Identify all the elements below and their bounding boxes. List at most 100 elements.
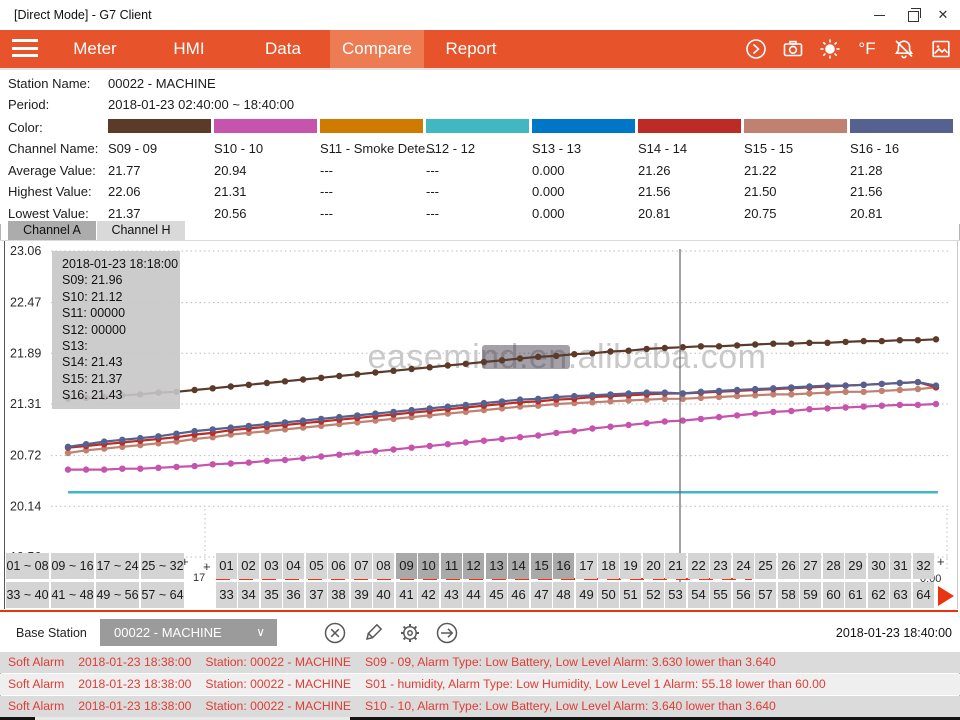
base-station-dropdown[interactable]: 00022 - MACHINE ∨ bbox=[100, 619, 277, 646]
minimize-button[interactable] bbox=[862, 0, 896, 30]
channel-box-27[interactable]: 27 bbox=[800, 553, 821, 579]
channel-box-07[interactable]: 07 bbox=[351, 553, 372, 579]
channel-box-64[interactable]: 64 bbox=[913, 582, 934, 608]
channel-box-31[interactable]: 31 bbox=[890, 553, 911, 579]
trend-chart[interactable]: 23.0622.4721.8921.3120.7220.1419.56easem… bbox=[0, 240, 960, 613]
channel-group-41-48[interactable]: 41 ~ 48 bbox=[51, 582, 94, 608]
channel-group-09-16[interactable]: 09 ~ 16 bbox=[51, 553, 94, 579]
channel-box-59[interactable]: 59 bbox=[800, 582, 821, 608]
channel-box-33[interactable]: 33 bbox=[216, 582, 237, 608]
alarm-row[interactable]: Soft Alarm2018-01-23 18:38:00Station: 00… bbox=[0, 696, 960, 717]
alarm-row[interactable]: Soft Alarm2018-01-23 18:38:00Station: 00… bbox=[0, 652, 960, 673]
next-page-arrow-icon[interactable] bbox=[938, 586, 954, 606]
hamburger-menu-icon[interactable] bbox=[12, 39, 40, 59]
channel-box-35[interactable]: 35 bbox=[261, 582, 282, 608]
channel-box-15[interactable]: 15 bbox=[531, 553, 552, 579]
channel-box-19[interactable]: 19 bbox=[620, 553, 641, 579]
close-button[interactable]: ✕ bbox=[926, 0, 960, 30]
channel-box-28[interactable]: 28 bbox=[823, 553, 844, 579]
channel-group-33-40[interactable]: 33 ~ 40 bbox=[6, 582, 49, 608]
channel-box-02[interactable]: 02 bbox=[238, 553, 259, 579]
channel-box-43[interactable]: 43 bbox=[441, 582, 462, 608]
alarm-mute-icon[interactable] bbox=[891, 36, 917, 62]
channel-box-25[interactable]: 25 bbox=[755, 553, 776, 579]
channel-box-62[interactable]: 62 bbox=[868, 582, 889, 608]
channel-box-36[interactable]: 36 bbox=[283, 582, 304, 608]
channel-box-03[interactable]: 03 bbox=[261, 553, 282, 579]
channel-box-21[interactable]: 21 bbox=[665, 553, 686, 579]
brightness-icon[interactable] bbox=[817, 36, 843, 62]
channel-box-13[interactable]: 13 bbox=[486, 553, 507, 579]
channel-group-17-24[interactable]: 17 ~ 24 bbox=[96, 553, 139, 579]
channel-box-46[interactable]: 46 bbox=[508, 582, 529, 608]
sync-icon[interactable] bbox=[743, 36, 769, 62]
channel-box-17[interactable]: 17 bbox=[576, 553, 597, 579]
channel-box-29[interactable]: 29 bbox=[845, 553, 866, 579]
channel-box-48[interactable]: 48 bbox=[553, 582, 574, 608]
channel-box-41[interactable]: 41 bbox=[396, 582, 417, 608]
nav-item-meter[interactable]: Meter bbox=[48, 30, 142, 68]
channel-box-39[interactable]: 39 bbox=[351, 582, 372, 608]
tab-channel-a[interactable]: Channel A bbox=[8, 221, 96, 240]
channel-box-42[interactable]: 42 bbox=[418, 582, 439, 608]
channel-box-63[interactable]: 63 bbox=[890, 582, 911, 608]
channel-box-23[interactable]: 23 bbox=[710, 553, 731, 579]
channel-group-25-32[interactable]: 25 ~ 32 bbox=[141, 553, 184, 579]
channel-box-04[interactable]: 04 bbox=[283, 553, 304, 579]
channel-box-38[interactable]: 38 bbox=[328, 582, 349, 608]
channel-box-37[interactable]: 37 bbox=[306, 582, 327, 608]
channel-box-24[interactable]: 24 bbox=[733, 553, 754, 579]
channel-box-12[interactable]: 12 bbox=[463, 553, 484, 579]
channel-box-52[interactable]: 52 bbox=[643, 582, 664, 608]
channel-box-44[interactable]: 44 bbox=[463, 582, 484, 608]
channel-box-16[interactable]: 16 bbox=[553, 553, 574, 579]
settings-gear-icon[interactable] bbox=[399, 622, 421, 644]
nav-item-report[interactable]: Report bbox=[424, 30, 518, 68]
channel-box-47[interactable]: 47 bbox=[531, 582, 552, 608]
channel-box-40[interactable]: 40 bbox=[373, 582, 394, 608]
channel-box-60[interactable]: 60 bbox=[823, 582, 844, 608]
channel-box-45[interactable]: 45 bbox=[486, 582, 507, 608]
channel-box-30[interactable]: 30 bbox=[868, 553, 889, 579]
temperature-unit-label[interactable]: °F bbox=[854, 36, 880, 62]
edit-pencil-icon[interactable] bbox=[362, 622, 384, 644]
channel-box-06[interactable]: 06 bbox=[328, 553, 349, 579]
channel-box-58[interactable]: 58 bbox=[778, 582, 799, 608]
go-arrow-icon[interactable] bbox=[436, 622, 458, 644]
alarm-station: Station: 00022 - MACHINE bbox=[205, 655, 351, 669]
channel-box-56[interactable]: 56 bbox=[733, 582, 754, 608]
channel-box-20[interactable]: 20 bbox=[643, 553, 664, 579]
image-export-icon[interactable] bbox=[928, 36, 954, 62]
channel-box-05[interactable]: 05 bbox=[306, 553, 327, 579]
restore-button[interactable] bbox=[896, 0, 930, 30]
tab-channel-h[interactable]: Channel H bbox=[97, 221, 185, 240]
channel-group-01-08[interactable]: 01 ~ 08 bbox=[6, 553, 49, 579]
channel-box-57[interactable]: 57 bbox=[755, 582, 776, 608]
channel-box-34[interactable]: 34 bbox=[238, 582, 259, 608]
channel-box-50[interactable]: 50 bbox=[598, 582, 619, 608]
nav-item-compare[interactable]: Compare bbox=[330, 30, 424, 68]
channel-box-55[interactable]: 55 bbox=[710, 582, 731, 608]
channel-box-14[interactable]: 14 bbox=[508, 553, 529, 579]
channel-box-09[interactable]: 09 bbox=[396, 553, 417, 579]
alarm-row[interactable]: Soft Alarm2018-01-23 18:38:00Station: 00… bbox=[0, 674, 960, 695]
cancel-icon[interactable] bbox=[324, 622, 346, 644]
channel-box-01[interactable]: 01 bbox=[216, 553, 237, 579]
channel-group-57-64[interactable]: 57 ~ 64 bbox=[141, 582, 184, 608]
channel-box-51[interactable]: 51 bbox=[620, 582, 641, 608]
nav-item-data[interactable]: Data bbox=[236, 30, 330, 68]
channel-box-54[interactable]: 54 bbox=[688, 582, 709, 608]
channel-box-49[interactable]: 49 bbox=[576, 582, 597, 608]
channel-box-22[interactable]: 22 bbox=[688, 553, 709, 579]
nav-item-hmi[interactable]: HMI bbox=[142, 30, 236, 68]
channel-box-32[interactable]: 32 bbox=[913, 553, 934, 579]
channel-box-26[interactable]: 26 bbox=[778, 553, 799, 579]
channel-box-18[interactable]: 18 bbox=[598, 553, 619, 579]
camera-icon[interactable] bbox=[780, 36, 806, 62]
channel-box-61[interactable]: 61 bbox=[845, 582, 866, 608]
channel-box-11[interactable]: 11 bbox=[441, 553, 462, 579]
channel-box-08[interactable]: 08 bbox=[373, 553, 394, 579]
channel-box-10[interactable]: 10 bbox=[418, 553, 439, 579]
channel-group-49-56[interactable]: 49 ~ 56 bbox=[96, 582, 139, 608]
channel-box-53[interactable]: 53 bbox=[665, 582, 686, 608]
